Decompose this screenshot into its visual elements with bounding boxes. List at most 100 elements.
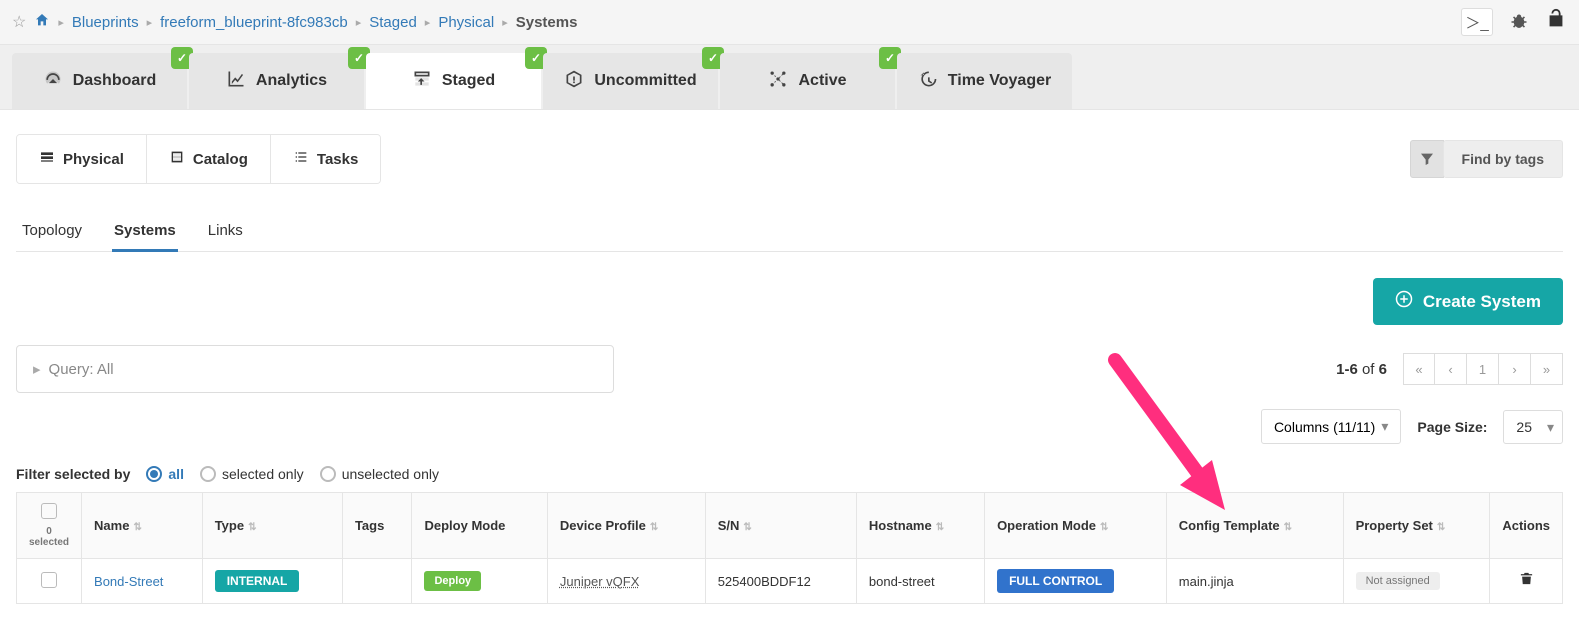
col-operation-mode[interactable]: Operation Mode⇅ [985, 493, 1167, 559]
cell-name[interactable]: Bond-Street [82, 559, 203, 604]
pager: « ‹ 1 › » [1403, 353, 1563, 385]
subtab-label: Tasks [317, 151, 358, 168]
create-system-button[interactable]: Create System [1373, 278, 1563, 325]
sort-icon: ⇅ [1437, 522, 1445, 533]
filter-label: Filter selected by [16, 466, 130, 482]
find-by-tags-group: Find by tags [1410, 140, 1563, 178]
chevron-right-icon: ▸ [33, 360, 41, 378]
columns-row: Columns (11/11) ▾ Page Size: 25 ▾ [16, 409, 1563, 444]
deploy-badge: Deploy [424, 571, 481, 591]
tertiary-links[interactable]: Links [206, 212, 245, 251]
cell-config-template[interactable]: main.jinja [1166, 559, 1343, 604]
breadcrumb-sep: ▸ [425, 16, 431, 29]
col-name-label: Name [94, 518, 129, 533]
col-sn[interactable]: S/N⇅ [705, 493, 856, 559]
query-input[interactable]: ▸ Query: All [16, 345, 614, 393]
pager-next[interactable]: › [1499, 353, 1531, 385]
subtabs: Physical Catalog Tasks [16, 134, 381, 184]
tertiary-systems[interactable]: Systems [112, 212, 178, 252]
console-icon[interactable]: ＞_ [1461, 8, 1493, 36]
pager-last[interactable]: » [1531, 353, 1563, 385]
col-property-set-label: Property Set [1356, 518, 1433, 533]
delete-icon[interactable] [1519, 573, 1534, 590]
subtab-label: Physical [63, 151, 124, 168]
tertiary-tabs: Topology Systems Links [16, 212, 1563, 252]
subtab-catalog[interactable]: Catalog [147, 135, 271, 183]
tab-label: Time Voyager [948, 72, 1051, 90]
columns-label: Columns (11/11) [1274, 419, 1375, 435]
table-header-row: 0 selected Name⇅ Type⇅ Tags Deploy Mode … [17, 493, 1563, 559]
pagination-range: 1-6 [1336, 361, 1358, 378]
tab-analytics[interactable]: Analytics ✓ [189, 53, 364, 109]
tab-uncommitted[interactable]: Uncommitted ✓ [543, 53, 718, 109]
caret-down-icon: ▾ [1547, 419, 1554, 436]
page-size-select[interactable]: 25 ▾ [1503, 410, 1563, 444]
filter-unselected-radio[interactable]: unselected only [320, 466, 439, 482]
tab-label: Staged [442, 72, 495, 90]
sort-icon: ⇅ [743, 522, 751, 533]
tab-label: Dashboard [73, 72, 157, 90]
action-row: Create System [16, 278, 1563, 325]
subtab-tasks[interactable]: Tasks [271, 135, 380, 183]
tab-active[interactable]: Active ✓ [720, 53, 895, 109]
pagination-info: 1-6 of 6 [1336, 361, 1387, 378]
favorite-star-icon[interactable]: ☆ [12, 12, 26, 32]
select-all-checkbox[interactable] [41, 503, 57, 519]
tab-dashboard[interactable]: Dashboard ✓ [12, 53, 187, 109]
cell-tags [342, 559, 412, 604]
filter-icon[interactable] [1410, 140, 1444, 178]
property-set-badge: Not assigned [1356, 572, 1440, 590]
col-property-set[interactable]: Property Set ⇅ [1343, 493, 1490, 559]
col-type[interactable]: Type⇅ [202, 493, 342, 559]
col-device-profile-label: Device Profile [560, 518, 646, 533]
filter-unselected-label: unselected only [342, 466, 439, 482]
cell-actions [1490, 559, 1563, 604]
col-tags[interactable]: Tags [342, 493, 412, 559]
pagination-of: of [1362, 361, 1375, 378]
sort-icon: ⇅ [936, 522, 944, 533]
tab-staged[interactable]: Staged ✓ [366, 53, 541, 109]
tab-time-voyager[interactable]: Time Voyager [897, 53, 1072, 109]
radio-icon [320, 466, 336, 482]
radio-icon [200, 466, 216, 482]
active-icon [768, 69, 788, 94]
col-sn-label: S/N [718, 518, 740, 533]
dashboard-icon [43, 69, 63, 94]
cell-property-set: Not assigned [1343, 559, 1490, 604]
col-name[interactable]: Name⇅ [82, 493, 203, 559]
breadcrumb-current: Systems [516, 14, 578, 31]
filter-row: Filter selected by all selected only uns… [16, 466, 1563, 482]
breadcrumb-blueprints[interactable]: Blueprints [72, 14, 139, 31]
col-deploy-mode[interactable]: Deploy Mode [412, 493, 547, 559]
page-size-value: 25 [1516, 419, 1532, 435]
breadcrumb-blueprint-name[interactable]: freeform_blueprint-8fc983cb [160, 14, 348, 31]
sort-icon: ⇅ [1284, 522, 1292, 533]
bug-icon[interactable] [1503, 8, 1535, 36]
col-tags-label: Tags [355, 518, 384, 533]
lock-icon[interactable] [1545, 8, 1567, 36]
col-device-profile[interactable]: Device Profile⇅ [547, 493, 705, 559]
col-hostname-label: Hostname [869, 518, 932, 533]
cell-device-profile[interactable]: Juniper vQFX [547, 559, 705, 604]
systems-table: 0 selected Name⇅ Type⇅ Tags Deploy Mode … [16, 492, 1563, 604]
pager-first[interactable]: « [1403, 353, 1435, 385]
filter-selected-radio[interactable]: selected only [200, 466, 304, 482]
col-config-template[interactable]: Config Template⇅ [1166, 493, 1343, 559]
columns-button[interactable]: Columns (11/11) ▾ [1261, 409, 1401, 444]
subtab-physical[interactable]: Physical [17, 135, 147, 183]
col-hostname[interactable]: Hostname ⇅ [856, 493, 984, 559]
breadcrumb-physical[interactable]: Physical [438, 14, 494, 31]
home-icon[interactable] [34, 12, 50, 33]
physical-icon [39, 149, 55, 169]
tertiary-topology[interactable]: Topology [20, 212, 84, 251]
row-checkbox[interactable] [41, 572, 57, 588]
filter-all-radio[interactable]: all [146, 466, 184, 482]
pager-page[interactable]: 1 [1467, 353, 1499, 385]
pager-prev[interactable]: ‹ [1435, 353, 1467, 385]
main-tabs: Dashboard ✓ Analytics ✓ Staged ✓ Uncommi… [0, 45, 1579, 110]
find-by-tags-button[interactable]: Find by tags [1443, 140, 1563, 178]
breadcrumb-staged[interactable]: Staged [369, 14, 417, 31]
table-row: Bond-Street INTERNAL Deploy Juniper vQFX… [17, 559, 1563, 604]
uncommitted-icon [564, 69, 584, 94]
plus-circle-icon [1395, 290, 1413, 313]
